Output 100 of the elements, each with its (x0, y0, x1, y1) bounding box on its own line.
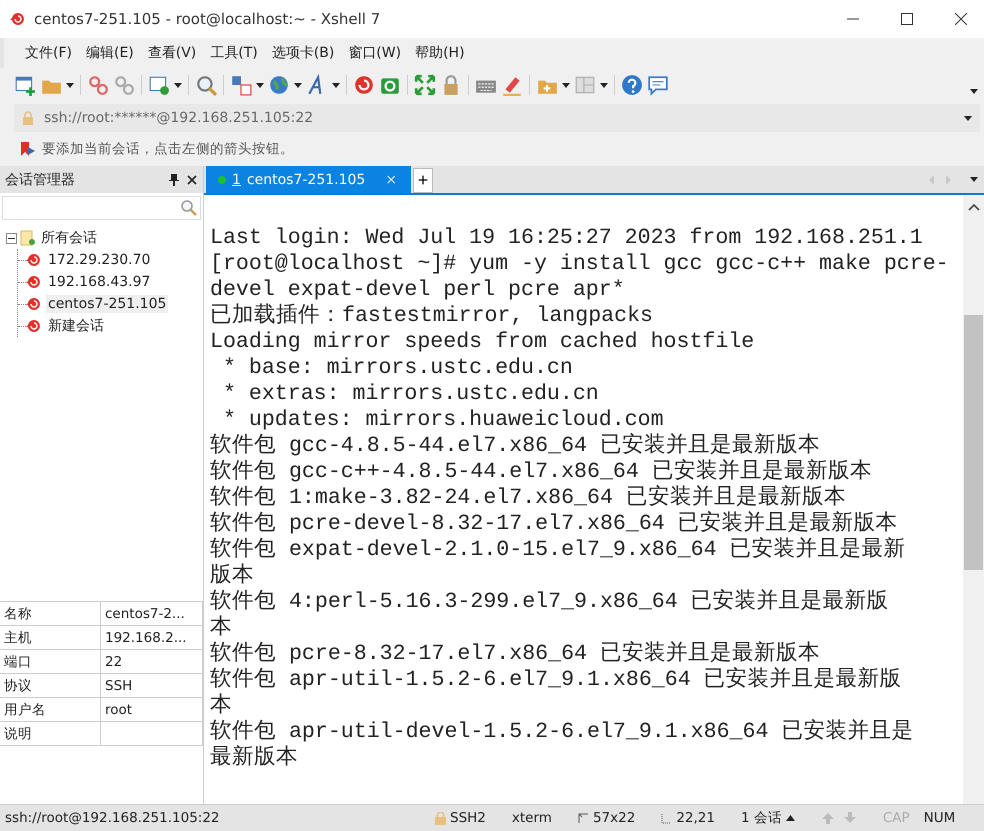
menu-item[interactable]: 编辑(E) (78, 41, 141, 65)
help-icon[interactable] (621, 74, 643, 96)
close-icon (955, 13, 967, 25)
terminal-line: 软件包 pcre-8.32-17.el7.x86_64 已安装并且是最新版本 (210, 641, 821, 666)
terminal-line: 软件包 apr-util-1.5.2-6.el7_9.1.x86_64 已安装并且是最新版 (210, 667, 903, 693)
new-tab-button[interactable]: + (413, 168, 434, 193)
terminal-line: 本 (210, 693, 233, 719)
terminal-line: 软件包 gcc-4.8.5-44.el7.x86_64 已安装并且是最新版本 (210, 433, 821, 458)
snail-icon[interactable] (353, 74, 375, 96)
search-icon[interactable] (195, 74, 217, 96)
property-name: 说明 (0, 722, 101, 746)
scroll-up-icon[interactable] (968, 203, 980, 211)
terminal-line: * base: mirrors.ustc.edu.cn (222, 355, 574, 381)
terminal-line: 软件包 pcre-devel-8.32-17.el7.x86_64 已安装并且是最新版本 (210, 511, 899, 536)
terminal-line: devel expat-devel perl pcre apr* (210, 277, 626, 303)
property-value: SSH (101, 674, 203, 698)
property-name: 端口 (0, 650, 101, 674)
maximize-icon (901, 13, 913, 25)
disconnect-icon[interactable] (87, 74, 109, 96)
hint-text: 要添加当前会话，点击左侧的箭头按钮。 (42, 140, 294, 158)
menu-item[interactable]: 文件(F) (18, 41, 79, 65)
tree-item[interactable]: centos7-251.105 (46, 295, 168, 313)
menu-item[interactable]: 选项卡(B) (264, 41, 342, 65)
terminal-line: 本 (210, 615, 233, 641)
session-tab[interactable]: 1 centos7-251.105 × (206, 166, 412, 193)
property-value: 192.168.2... (101, 626, 203, 650)
terminal-line: Loading mirror speeds from cached hostfile (210, 329, 756, 355)
tree-item[interactable]: 新建会话 (46, 316, 106, 336)
caret-icon[interactable] (332, 82, 340, 88)
key-indicator: CAP (882, 810, 910, 826)
new-session-icon[interactable] (14, 74, 36, 96)
transfer-icon[interactable] (230, 74, 252, 96)
panel-title: 会话管理器 (5, 170, 76, 188)
menu-item[interactable]: 窗口(W) (341, 41, 408, 65)
protocol-text: SSH2 (450, 810, 486, 826)
globe-icon[interactable] (268, 74, 290, 96)
folder-icon (20, 230, 36, 246)
property-value: centos7-2... (101, 602, 203, 626)
property-value: root (101, 698, 203, 722)
menu-item[interactable]: 帮助(H) (408, 41, 472, 65)
property-name: 主机 (0, 626, 101, 650)
address-field[interactable]: ssh://root:******@192.168.251.105:22 (14, 104, 980, 132)
terminal-line: 软件包 expat-devel-2.1.0-15.el7_9.x86_64 已安装并且是最新 (210, 537, 907, 563)
terminal-line: * extras: mirrors.ustc.edu.cn (222, 381, 600, 407)
terminal-line: 软件包 apr-util-devel-1.5.2-6.el7_9.1.x86_64 已安装并且是 (210, 719, 914, 745)
terminal-line: 已加载插件：fastestmirror, langpacks (210, 303, 654, 329)
minimize-icon (847, 18, 859, 20)
caret-icon[interactable] (256, 82, 264, 88)
window-title: centos7-251.105 - root@localhost:~ - Xshell 7 (34, 10, 382, 28)
caret-icon[interactable] (174, 82, 182, 88)
terminal-line: 软件包 1:make-3.82-24.el7.x86_64 已安装并且是最新版本 (210, 485, 847, 510)
terminal-line: 软件包 gcc-c++-4.8.5-44.el7.x86_64 已安装并且是最新版本 (210, 459, 873, 484)
close-icon[interactable] (187, 174, 197, 184)
lock-icon (22, 111, 34, 125)
terminal-line: Last login: Wed Jul 19 16:25:27 2023 from 192.168.251.1 (210, 225, 924, 251)
session-icon (26, 319, 42, 333)
menu-item[interactable]: 查看(V) (140, 41, 204, 65)
app-logo-icon (10, 12, 26, 26)
caret-icon[interactable] (66, 82, 74, 88)
tree-item[interactable]: 所有会话 (39, 228, 99, 248)
cursor-position-icon (661, 812, 672, 824)
chat-icon[interactable] (647, 74, 669, 96)
search-field[interactable] (2, 196, 201, 220)
fullscreen-icon[interactable] (414, 74, 436, 96)
caret-icon[interactable] (294, 82, 302, 88)
terminal-line: * updates: mirrors.huaweicloud.com (222, 407, 665, 432)
terminal-line: 版本 (210, 563, 255, 589)
session-icon (26, 253, 42, 267)
caret-icon[interactable] (600, 82, 608, 88)
tree-item[interactable]: 172.29.230.70 (46, 251, 152, 269)
scrollbar-thumb[interactable] (964, 315, 983, 570)
collapse-icon[interactable] (6, 232, 17, 244)
property-name: 协议 (0, 674, 101, 698)
property-name: 用户名 (0, 698, 101, 722)
terminal-type: xterm (512, 810, 552, 826)
terminal[interactable] (204, 195, 984, 804)
settings-icon[interactable] (148, 74, 170, 96)
overflow-icon[interactable] (970, 89, 978, 94)
search-icon (180, 199, 198, 217)
session-icon (26, 297, 42, 311)
resize-icon (578, 812, 589, 824)
bookmark-arrow-icon[interactable] (20, 141, 36, 157)
terminal-line: 最新版本 (210, 745, 299, 771)
property-name: 名称 (0, 602, 101, 626)
terminal-size: 57x22 (592, 810, 636, 826)
menu-item[interactable]: 工具(T) (203, 41, 265, 65)
tree-item[interactable]: 192.168.43.97 (46, 273, 152, 291)
property-value: 22 (101, 650, 203, 674)
terminal-line: 软件包 4:perl-5.16.3-299.el7_9.x86_64 已安装并且是最新版 (210, 589, 890, 615)
caret-icon[interactable] (562, 82, 570, 88)
status-address: ssh://root@192.168.251.105:22 (4, 810, 221, 826)
session-count: 1 会话 (740, 809, 782, 827)
tab-menu-icon[interactable] (970, 177, 978, 182)
dropdown-icon[interactable] (964, 116, 972, 120)
lock-icon (435, 812, 446, 824)
key-indicator: NUM (924, 810, 956, 826)
caret-up-icon[interactable] (786, 815, 795, 821)
pin-icon[interactable] (169, 174, 179, 186)
session-icon (26, 275, 42, 289)
terminal-line: [root@localhost ~]# yum -y install gcc gcc-c++ make pcre- (210, 251, 950, 277)
